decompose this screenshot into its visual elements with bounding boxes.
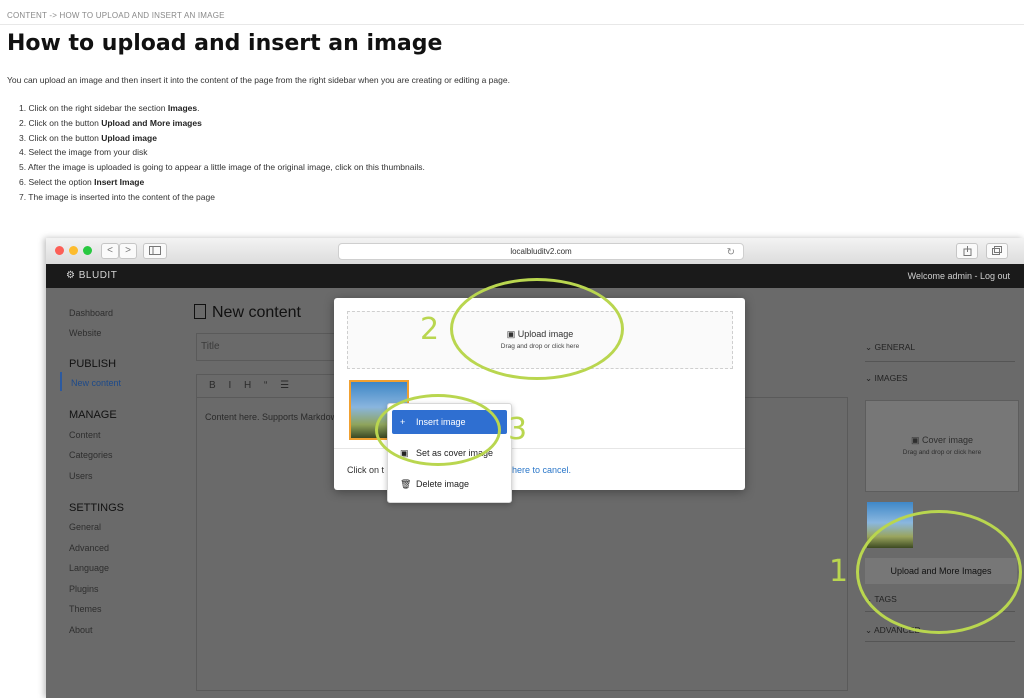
step-item: 2. Click on the button Upload and More i…	[19, 117, 202, 128]
annotation-number-2: 2	[420, 312, 440, 347]
section-general[interactable]: ⌄ GENERAL	[865, 342, 915, 353]
forward-button[interactable]: >	[119, 243, 137, 259]
delete-image-menu-item[interactable]: 🗑 Delete image	[392, 472, 507, 496]
share-icon	[963, 246, 971, 256]
sidebar-item-about[interactable]: About	[69, 625, 93, 635]
tabs-button[interactable]	[986, 243, 1008, 259]
sidebar-heading-publish: PUBLISH	[69, 358, 117, 370]
annotation-ring-3	[375, 394, 501, 466]
sidebar-item-new-content[interactable]: New content	[71, 378, 121, 388]
content-heading-text: New content	[212, 304, 301, 321]
sidebar-icon	[149, 246, 161, 255]
step-item: 7. The image is inserted into the conten…	[19, 191, 215, 202]
brand-name: BLUDIT	[78, 270, 118, 281]
sidebar-item-website[interactable]: Website	[69, 328, 101, 338]
minimize-dot-icon[interactable]	[69, 246, 78, 255]
breadcrumb-divider	[0, 24, 1024, 25]
document-icon	[194, 304, 206, 319]
sidebar-item-users[interactable]: Users	[69, 471, 93, 481]
sidebar-item-plugins[interactable]: Plugins	[69, 584, 99, 594]
welcome-logout-link[interactable]: Welcome admin - Log out	[908, 271, 1010, 281]
sidebar-item-advanced[interactable]: Advanced	[69, 543, 109, 553]
modal-footer-text: Click on t	[347, 465, 385, 475]
right-sidebar: ⌄ GENERAL ⌄ IMAGES ▣ Cover image Drag an…	[865, 288, 1024, 698]
editor-placeholder: Content here. Supports Markdown	[205, 412, 343, 422]
url-text: localbluditv2.com	[510, 247, 572, 256]
sidebar-item-dashboard[interactable]: Dashboard	[69, 308, 113, 318]
active-indicator	[60, 372, 62, 391]
cover-image-dropzone[interactable]: ▣ Cover image Drag and drop or click her…	[865, 400, 1019, 492]
step-item: 1. Click on the right sidebar the sectio…	[19, 103, 200, 113]
section-images[interactable]: ⌄ IMAGES	[865, 373, 908, 384]
content-heading: New content	[194, 304, 301, 322]
page-title: How to upload and insert an image	[7, 31, 443, 56]
annotation-ring-2	[450, 278, 624, 380]
step-item: 5. After the image is uploaded is going …	[19, 162, 425, 173]
intro-text: You can upload an image and then insert …	[7, 75, 510, 85]
annotation-ring-1	[856, 510, 1022, 634]
browser-chrome: < > localbluditv2.com ↻	[46, 238, 1024, 265]
brand-logo[interactable]: ⚙ BLUDIT	[66, 270, 117, 281]
sidebar-toggle-button[interactable]	[143, 243, 167, 259]
browser-screenshot: < > localbluditv2.com ↻ ⚙ BLUDIT Welcome…	[46, 238, 1024, 698]
cover-image-hint: Drag and drop or click here	[902, 449, 982, 456]
share-button[interactable]	[956, 243, 978, 259]
sidebar-item-themes[interactable]: Themes	[69, 604, 102, 614]
annotation-number-3: 3	[508, 412, 528, 447]
back-button[interactable]: <	[101, 243, 119, 259]
divider	[865, 361, 1015, 362]
step-item: 4. Select the image from your disk	[19, 147, 148, 158]
admin-sidebar: Dashboard Website PUBLISH New content MA…	[46, 288, 194, 698]
annotation-number-1: 1	[829, 554, 849, 589]
cover-image-title: ▣ Cover image	[910, 435, 974, 445]
breadcrumb: CONTENT -> HOW TO UPLOAD AND INSERT AN I…	[7, 11, 225, 20]
sidebar-heading-manage: MANAGE	[69, 409, 117, 421]
trash-icon: 🗑	[400, 479, 412, 489]
step-item: 3. Click on the button Upload image	[19, 132, 157, 143]
close-dot-icon[interactable]	[55, 246, 64, 255]
editor-toolbar[interactable]: B I H “ ☰	[196, 374, 350, 398]
cancel-link[interactable]: here to cancel.	[512, 465, 571, 475]
sidebar-item-categories[interactable]: Categories	[69, 450, 113, 460]
sidebar-item-language[interactable]: Language	[69, 563, 109, 573]
title-input[interactable]: Title	[196, 333, 342, 361]
sidebar-heading-settings: SETTINGS	[69, 502, 125, 514]
divider	[865, 641, 1015, 642]
address-bar[interactable]: localbluditv2.com ↻	[338, 243, 744, 260]
reload-icon[interactable]: ↻	[727, 245, 735, 260]
steps-list: 1. Click on the right sidebar the sectio…	[19, 101, 425, 205]
sidebar-item-content[interactable]: Content	[69, 430, 101, 440]
maximize-dot-icon[interactable]	[83, 246, 92, 255]
sidebar-item-general[interactable]: General	[69, 522, 101, 532]
step-item: 6. Select the option Insert Image	[19, 176, 145, 187]
tabs-icon	[992, 246, 1002, 255]
